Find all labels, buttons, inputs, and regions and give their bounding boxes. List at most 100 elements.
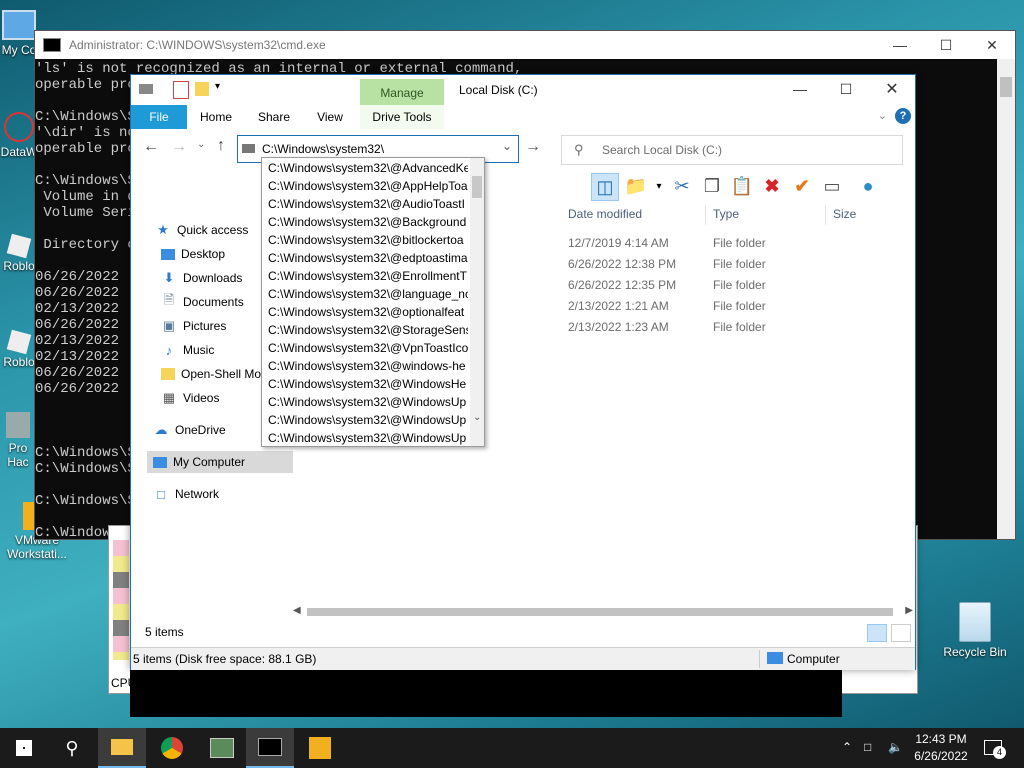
column-size[interactable]: Size [833,203,856,225]
horizontal-scrollbar[interactable]: ◀ ▶ [293,605,913,619]
autocomplete-item[interactable]: C:\Windows\system32\@Background [268,213,468,231]
scroll-thumb[interactable] [472,176,482,198]
show-hidden-icons-icon[interactable]: ⌃ [842,740,852,754]
scroll-down-icon[interactable]: ⌄ [473,412,481,423]
nav-documents[interactable]: 🗎 Documents [161,291,244,313]
recent-chevron-icon[interactable]: ⌄ [197,139,205,150]
go-arrow-icon[interactable]: → [525,138,541,156]
nav-downloads[interactable]: ⬇ Downloads [161,267,243,289]
cut-icon[interactable]: ✂ [669,173,695,199]
autocomplete-item[interactable]: C:\Windows\system32\@WindowsHe [268,375,468,393]
autocomplete-item[interactable]: C:\Windows\system32\@WindowsUp [268,411,468,429]
taskbar-explorer[interactable] [98,728,146,768]
properties-globe-icon[interactable]: ● [855,173,881,199]
ribbon-expand-icon[interactable]: ⌄ [878,109,887,122]
forward-arrow-icon[interactable]: → [171,138,187,156]
maximize-button[interactable]: ☐ [923,31,969,59]
new-folder-icon[interactable] [195,82,209,96]
autocomplete-item[interactable]: C:\Windows\system32\@AdvancedKe [268,159,468,177]
chevron-down-icon[interactable]: ▾ [653,173,665,199]
large-icons-view-icon[interactable] [891,624,911,642]
help-icon[interactable]: ? [895,108,911,124]
volume-icon[interactable]: 🔈 [888,740,903,754]
back-arrow-icon[interactable]: ← [143,138,159,156]
column-date-modified[interactable]: Date modified [568,203,642,225]
taskbar-vmware[interactable] [296,728,344,768]
desktop-icon-process-hacker[interactable]: Pro Hac [0,412,38,469]
nav-desktop[interactable]: Desktop [161,243,225,265]
details-view-icon[interactable] [867,624,887,642]
scroll-thumb[interactable] [1000,77,1012,97]
desktop-icon-label: My Co [1,43,37,57]
taskbar-task-manager[interactable] [198,728,246,768]
cmd-titlebar[interactable]: Administrator: C:\WINDOWS\system32\cmd.e… [35,31,1015,59]
autocomplete-item[interactable]: C:\Windows\system32\@edptoastima [268,249,468,267]
copy-icon[interactable]: ❐ [699,173,725,199]
explorer-window[interactable]: ▾ Local Disk (C:) — ☐ ✕ Manage File Home… [130,74,916,670]
desktop-icon-recycle-bin[interactable]: Recycle Bin [938,602,1012,659]
taskbar-cmd[interactable] [246,728,294,768]
nav-my-computer[interactable]: My Computer [147,451,293,473]
autocomplete-item[interactable]: C:\Windows\system32\@WindowsUp [268,393,468,411]
address-autocomplete-list[interactable]: C:\Windows\system32\@AdvancedKe C:\Window… [261,157,485,447]
close-button[interactable]: ✕ [969,31,1015,59]
network-status-icon[interactable]: □ [864,740,871,754]
paste-icon[interactable]: 📋 [729,173,755,199]
close-button[interactable]: ✕ [869,75,915,103]
checkmark-icon[interactable]: ✔ [789,173,815,199]
scroll-right-icon[interactable]: ▶ [905,605,913,616]
maximize-button[interactable]: ☐ [823,75,869,103]
nav-onedrive[interactable]: ☁ OneDrive [153,419,226,441]
clock[interactable]: 12:43 PM 6/26/2022 [910,731,972,765]
minimize-button[interactable]: — [877,31,923,59]
tab-view[interactable]: View [307,105,353,129]
search-button[interactable]: ⚲ [48,728,96,768]
tab-home[interactable]: Home [193,105,239,129]
up-arrow-icon[interactable]: ↑ [217,137,225,155]
autocomplete-item[interactable]: C:\Windows\system32\@bitlockertoa [268,231,468,249]
autocomplete-item[interactable]: C:\Windows\system32\@windows-he [268,357,468,375]
desktop-icon-label: Roblo [3,355,35,369]
address-input[interactable]: C:\Windows\system32\ [262,142,384,156]
tab-share[interactable]: Share [251,105,297,129]
action-center-button[interactable]: 4 [982,738,1006,759]
nav-network[interactable]: □ Network [153,483,219,505]
column-type[interactable]: Type [713,203,739,225]
tab-file[interactable]: File [131,105,187,129]
start-button[interactable] [0,728,48,768]
navigation-pane-icon[interactable]: ◫ [591,173,619,201]
search-input[interactable]: Search Local Disk (C:) [602,143,722,157]
nav-pictures[interactable]: ▣ Pictures [161,315,227,337]
cmd-scrollbar[interactable] [997,59,1015,539]
autocomplete-item[interactable]: C:\Windows\system32\@WindowsUp [268,429,468,446]
scroll-left-icon[interactable]: ◀ [293,605,301,616]
autocomplete-item[interactable]: C:\Windows\system32\@optionalfeat [268,303,468,321]
scroll-thumb[interactable] [307,608,893,616]
autocomplete-item[interactable]: C:\Windows\system32\@VpnToastIco [268,339,468,357]
autocomplete-item[interactable]: C:\Windows\system32\@StorageSens [268,321,468,339]
chevron-down-icon[interactable]: ▾ [215,81,220,92]
autocomplete-item[interactable]: C:\Windows\system32\@AppHelpToa [268,177,468,195]
delete-icon[interactable]: ✖ [759,173,785,199]
explorer-titlebar[interactable]: ▾ Local Disk (C:) — ☐ ✕ [131,75,915,105]
autocomplete-item[interactable]: C:\Windows\system32\@AudioToastI [268,195,468,213]
search-field[interactable]: ⚲ Search Local Disk (C:) [561,135,903,165]
minimize-button[interactable]: — [777,75,823,103]
file-type: File folder [713,257,766,271]
rename-icon[interactable]: ▭ [819,173,845,199]
taskbar-chrome[interactable] [148,728,196,768]
search-icon: ⚲ [574,142,584,157]
autocomplete-scrollbar[interactable]: ⌄ [470,158,484,446]
nav-music[interactable]: ♪ Music [161,339,215,361]
tab-drive-tools[interactable]: Drive Tools [360,105,444,129]
autocomplete-item[interactable]: C:\Windows\system32\@language_nc [268,285,468,303]
tab-manage[interactable]: Manage [360,79,444,105]
nav-videos[interactable]: ▦ Videos [161,387,220,409]
desktop-icon-label: Roblo [3,259,35,273]
properties-icon[interactable] [173,81,189,99]
address-dropdown-icon[interactable]: ⌄ [502,139,512,153]
new-folder-icon[interactable]: 📁 [623,173,649,199]
autocomplete-item[interactable]: C:\Windows\system32\@EnrollmentT [268,267,468,285]
nav-quick-access[interactable]: ★ Quick access [155,219,248,241]
desktop-icon-label: Pro Hac [7,441,29,469]
